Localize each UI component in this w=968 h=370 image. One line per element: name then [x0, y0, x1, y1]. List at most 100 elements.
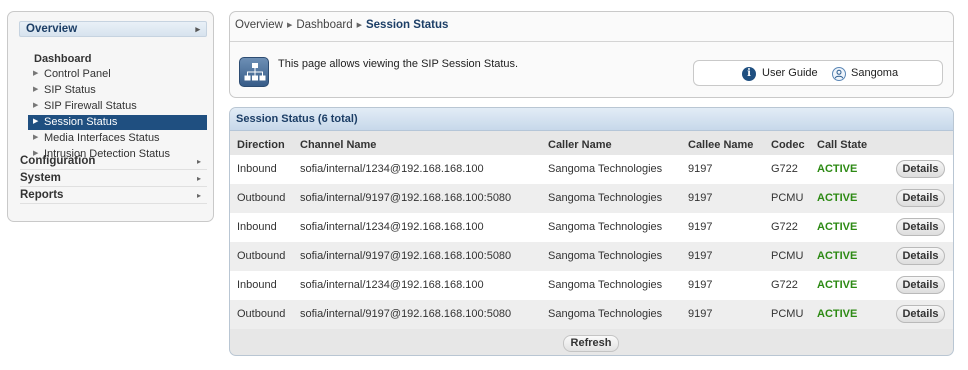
sidebar-dashboard-heading: Dashboard	[34, 53, 92, 65]
column-header: Call State	[817, 139, 868, 151]
call-state-cell: ACTIVE	[817, 308, 858, 320]
triangle-right-icon: ▶	[33, 86, 39, 93]
sidebar-overview-label: Overview	[26, 23, 78, 35]
session-status-panel: Session Status (6 total) Direction Chann…	[229, 107, 954, 356]
codec-cell: PCMU	[771, 250, 804, 262]
chevron-right-icon: ▸	[196, 174, 201, 183]
channel-name-cell: sofia/internal/1234@192.168.168.100	[300, 279, 484, 291]
call-state-cell: ACTIVE	[817, 221, 858, 233]
sidebar-item-label: Session Status	[44, 116, 118, 128]
codec-cell: G722	[771, 221, 798, 233]
call-state-cell: ACTIVE	[817, 192, 858, 204]
user-name-link[interactable]: Sangoma	[851, 67, 898, 79]
breadcrumb-separator-icon: ▶	[356, 22, 362, 29]
breadcrumb-overview[interactable]: Overview	[235, 19, 283, 31]
sidebar-section-configuration[interactable]: Configuration ▸	[20, 155, 207, 170]
column-header: Caller Name	[548, 139, 612, 151]
triangle-right-icon: ▶	[33, 118, 39, 125]
column-header: Channel Name	[300, 139, 377, 151]
sidebar-section-label: Reports	[20, 189, 64, 201]
chevron-right-icon: ▸	[195, 24, 200, 34]
table-row: Outbound sofia/internal/9197@192.168.168…	[230, 300, 953, 329]
callee-name-cell: 9197	[688, 279, 713, 291]
column-header: Codec	[771, 139, 805, 151]
direction-cell: Outbound	[237, 308, 286, 320]
chevron-right-icon: ▸	[196, 191, 201, 200]
direction-cell: Inbound	[237, 279, 277, 291]
triangle-right-icon: ▶	[33, 134, 39, 141]
channel-name-cell: sofia/internal/1234@192.168.168.100	[300, 221, 484, 233]
caller-name-cell: Sangoma Technologies	[548, 279, 663, 291]
callee-name-cell: 9197	[688, 221, 713, 233]
channel-name-cell: sofia/internal/9197@192.168.168.100:5080	[300, 192, 512, 204]
callee-name-cell: 9197	[688, 250, 713, 262]
caller-name-cell: Sangoma Technologies	[548, 221, 663, 233]
sidebar: Overview ▸ Dashboard ▶ Control Panel ▶ S…	[7, 11, 214, 222]
session-status-title: Session Status (6 total)	[230, 108, 953, 131]
refresh-button[interactable]: Refresh	[563, 335, 619, 352]
sidebar-section-label: Configuration	[20, 155, 96, 167]
caller-name-cell: Sangoma Technologies	[548, 250, 663, 262]
details-button[interactable]: Details	[896, 276, 945, 294]
callee-name-cell: 9197	[688, 192, 713, 204]
sidebar-item-sip-firewall-status[interactable]: ▶ SIP Firewall Status	[28, 99, 207, 114]
channel-name-cell: sofia/internal/9197@192.168.168.100:5080	[300, 250, 512, 262]
sidebar-item-label: SIP Firewall Status	[44, 100, 137, 112]
sidebar-item-media-interfaces-status[interactable]: ▶ Media Interfaces Status	[28, 131, 207, 146]
direction-cell: Inbound	[237, 163, 277, 175]
caller-name-cell: Sangoma Technologies	[548, 308, 663, 320]
breadcrumb-separator-icon: ▶	[286, 22, 293, 29]
header-panel: Overview ▶ Dashboard ▶ Session Status This p…	[229, 11, 954, 98]
sidebar-section-reports[interactable]: Reports ▸	[20, 189, 207, 204]
details-button[interactable]: Details	[896, 247, 945, 265]
session-status-icon	[239, 57, 269, 87]
breadcrumb: Overview ▶ Dashboard ▶ Session Status	[235, 19, 448, 31]
codec-cell: PCMU	[771, 192, 804, 204]
sidebar-item-label: Media Interfaces Status	[44, 132, 160, 144]
call-state-cell: ACTIVE	[817, 163, 858, 175]
triangle-right-icon: ▶	[33, 70, 39, 77]
table-row: Inbound sofia/internal/1234@192.168.168.…	[230, 271, 953, 300]
sidebar-item-label: Control Panel	[44, 68, 111, 80]
page-description: This page allows viewing the SIP Session…	[278, 58, 519, 70]
table-row: Inbound sofia/internal/1234@192.168.168.…	[230, 155, 953, 184]
header-divider	[230, 41, 953, 42]
table-row: Outbound sofia/internal/9197@192.168.168…	[230, 184, 953, 213]
table-row: Inbound sofia/internal/1234@192.168.168.…	[230, 213, 953, 242]
direction-cell: Outbound	[237, 192, 286, 204]
sidebar-item-sip-status[interactable]: ▶ SIP Status	[28, 83, 207, 98]
details-button[interactable]: Details	[896, 189, 945, 207]
info-icon[interactable]: i	[742, 67, 756, 81]
sidebar-item-session-status[interactable]: ▶ Session Status	[28, 115, 207, 130]
call-state-cell: ACTIVE	[817, 250, 858, 262]
caller-name-cell: Sangoma Technologies	[548, 192, 663, 204]
sidebar-overview-header[interactable]: Overview ▸	[19, 21, 207, 37]
chevron-right-icon: ▸	[196, 157, 201, 166]
callee-name-cell: 9197	[688, 308, 713, 320]
details-button[interactable]: Details	[896, 305, 945, 323]
sidebar-section-label: System	[20, 172, 61, 184]
help-box: i User Guide Sangoma	[693, 60, 943, 86]
direction-cell: Outbound	[237, 250, 286, 262]
channel-name-cell: sofia/internal/1234@192.168.168.100	[300, 163, 484, 175]
codec-cell: G722	[771, 163, 798, 175]
direction-cell: Inbound	[237, 221, 277, 233]
details-button[interactable]: Details	[896, 218, 945, 236]
sidebar-section-system[interactable]: System ▸	[20, 172, 207, 187]
sidebar-item-label: SIP Status	[44, 84, 96, 96]
callee-name-cell: 9197	[688, 163, 713, 175]
details-button[interactable]: Details	[896, 160, 945, 178]
sidebar-item-control-panel[interactable]: ▶ Control Panel	[28, 67, 207, 82]
codec-cell: G722	[771, 279, 798, 291]
column-header: Direction	[237, 139, 285, 151]
caller-name-cell: Sangoma Technologies	[548, 163, 663, 175]
user-icon	[832, 67, 846, 81]
triangle-right-icon: ▶	[33, 102, 39, 109]
column-header: Callee Name	[688, 139, 754, 151]
breadcrumb-current: Session Status	[365, 19, 449, 31]
breadcrumb-dashboard[interactable]: Dashboard	[296, 19, 352, 31]
user-guide-link[interactable]: User Guide	[762, 67, 818, 79]
table-row: Outbound sofia/internal/9197@192.168.168…	[230, 242, 953, 271]
codec-cell: PCMU	[771, 308, 804, 320]
call-state-cell: ACTIVE	[817, 279, 858, 291]
